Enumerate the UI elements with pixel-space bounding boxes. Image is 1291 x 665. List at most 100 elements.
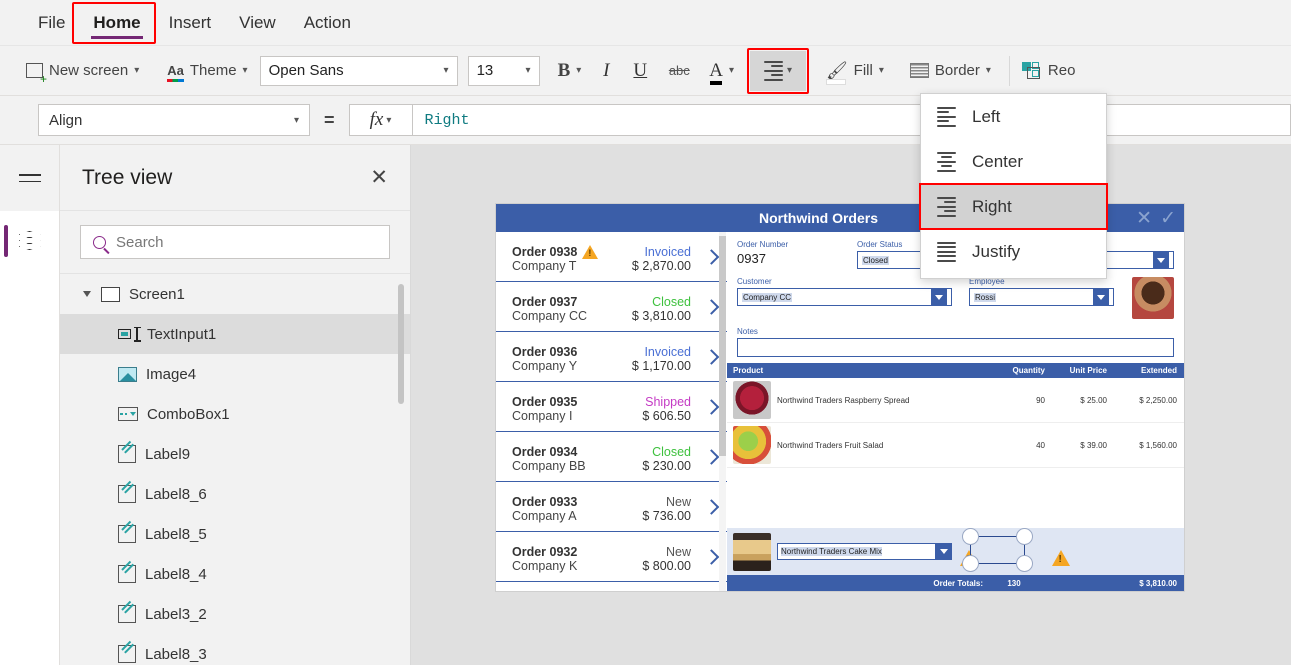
tree-item-label8-3[interactable]: Label8_3 bbox=[60, 634, 410, 665]
menu-item-file[interactable]: File bbox=[24, 0, 79, 46]
hamburger-button[interactable] bbox=[0, 145, 59, 211]
align-button[interactable]: ▾ bbox=[747, 47, 810, 94]
customer-input[interactable]: Company CC bbox=[737, 288, 952, 306]
order-number-label: Order 0932 bbox=[512, 545, 578, 559]
employee-value: Rossi bbox=[974, 292, 997, 302]
font-name-select[interactable]: Open Sans ▾ bbox=[259, 55, 458, 86]
formula-input[interactable]: Right bbox=[412, 104, 1291, 136]
resize-handle-bottom-right[interactable] bbox=[1016, 555, 1033, 572]
tree-item-combobox1[interactable]: ComboBox1 bbox=[60, 394, 410, 434]
table-row[interactable]: Northwind Traders Raspberry Spread 90 $ … bbox=[727, 378, 1184, 423]
align-option-right[interactable]: Right bbox=[919, 183, 1108, 230]
warning-icon bbox=[1052, 550, 1070, 566]
chevron-down-icon: ▾ bbox=[729, 65, 735, 76]
order-number-label: Order 0934 bbox=[512, 445, 578, 459]
theme-button[interactable]: Aa Theme ▾ bbox=[159, 51, 255, 91]
column-header-product: Product bbox=[733, 366, 764, 375]
menu-item-home[interactable]: Home bbox=[79, 0, 154, 46]
gallery-scrollbar-thumb[interactable] bbox=[719, 236, 726, 456]
tree-item-label8-6[interactable]: Label8_6 bbox=[60, 474, 410, 514]
strikethrough-button[interactable]: abc bbox=[657, 54, 701, 88]
fill-button[interactable]: 🖌 Fill ▾ bbox=[818, 51, 892, 91]
cancel-icon[interactable]: ✕ bbox=[1136, 209, 1152, 228]
order-amount: $ 606.50 bbox=[642, 409, 691, 423]
reorder-icon bbox=[1021, 61, 1042, 80]
tree-item-image4[interactable]: Image4 bbox=[60, 354, 410, 394]
order-number-label: Order 0937 bbox=[512, 295, 578, 309]
order-status: Shipped bbox=[645, 395, 691, 409]
table-row[interactable]: Northwind Traders Fruit Salad 40 $ 39.00… bbox=[727, 423, 1184, 468]
selected-control-bounds[interactable] bbox=[962, 528, 1033, 572]
gallery-item[interactable]: Order 0936 Invoiced Company Y $ 1,170.00 bbox=[496, 332, 727, 382]
font-color-button[interactable]: A ▾ bbox=[701, 51, 742, 91]
tree-item-label: ComboBox1 bbox=[147, 405, 230, 423]
rail-item-tree-view[interactable] bbox=[0, 211, 59, 271]
bold-button[interactable]: B ▾ bbox=[550, 51, 590, 91]
order-number-label: Order Number bbox=[737, 240, 789, 249]
close-icon[interactable]: ✕ bbox=[370, 167, 388, 188]
menu-item-insert[interactable]: Insert bbox=[155, 0, 226, 46]
chevron-down-icon[interactable] bbox=[1093, 289, 1109, 305]
menu-bar: File Home Insert View Action bbox=[0, 0, 1291, 46]
new-screen-button[interactable]: New screen ▾ bbox=[18, 51, 147, 91]
italic-button[interactable]: I bbox=[589, 54, 623, 88]
tree-item-screen1[interactable]: Screen1 bbox=[60, 274, 410, 314]
align-option-justify[interactable]: Justify bbox=[921, 229, 1106, 274]
calendar-icon[interactable] bbox=[1153, 252, 1169, 268]
tree-item-label: Label3_2 bbox=[145, 605, 207, 623]
menu-item-label: Action bbox=[303, 12, 351, 32]
reorder-button[interactable]: Reo bbox=[1014, 51, 1084, 91]
tree-scrollbar-thumb[interactable] bbox=[398, 284, 404, 404]
tree-item-textinput1[interactable]: TextInput1 bbox=[60, 314, 410, 354]
gallery-item[interactable]: Order 0938 Invoiced Company T $ 2,870.00 bbox=[496, 232, 727, 282]
column-header-quantity: Quantity bbox=[1012, 366, 1045, 375]
active-tab-underline bbox=[91, 35, 143, 39]
product-name-input[interactable]: Northwind Traders Cake Mix bbox=[777, 543, 952, 560]
confirm-icon[interactable]: ✓ bbox=[1160, 209, 1176, 228]
chevron-down-icon[interactable] bbox=[931, 289, 947, 305]
notes-input[interactable] bbox=[737, 338, 1174, 357]
tree-item-label3-2[interactable]: Label3_2 bbox=[60, 594, 410, 634]
chevron-down-icon: ▾ bbox=[443, 65, 449, 76]
tree-item-label: Label8_5 bbox=[145, 525, 207, 543]
tree-scrollbar[interactable] bbox=[398, 274, 404, 665]
resize-handle-bottom-left[interactable] bbox=[962, 555, 979, 572]
theme-label: Theme bbox=[189, 62, 237, 79]
ribbon-toolbar: New screen ▾ Aa Theme ▾ Open Sans ▾ 13 ▾… bbox=[0, 46, 1291, 96]
menu-item-action[interactable]: Action bbox=[290, 0, 365, 46]
order-amount: $ 736.00 bbox=[642, 509, 691, 523]
border-label: Border bbox=[934, 62, 980, 79]
order-status: Invoiced bbox=[644, 245, 691, 259]
align-option-left[interactable]: Left bbox=[921, 94, 1106, 139]
tree-item-label9[interactable]: Label9 bbox=[60, 434, 410, 474]
menu-item-label: Home bbox=[93, 12, 141, 32]
product-name-value: Northwind Traders Cake Mix bbox=[781, 547, 882, 556]
order-company: Company CC bbox=[512, 309, 588, 323]
chevron-down-icon: ▾ bbox=[787, 65, 793, 76]
align-option-center[interactable]: Center bbox=[921, 139, 1106, 184]
property-select[interactable]: Align ▾ bbox=[38, 104, 310, 136]
gallery-item[interactable]: Order 0932 New Company K $ 800.00 bbox=[496, 532, 727, 582]
resize-handle-top-right[interactable] bbox=[1016, 528, 1033, 545]
tree-item-label8-5[interactable]: Label8_5 bbox=[60, 514, 410, 554]
chevron-down-icon[interactable] bbox=[83, 291, 91, 297]
search-input[interactable]: Search bbox=[80, 225, 390, 259]
gallery-item[interactable]: Order 0937 Closed Company CC $ 3,810.00 bbox=[496, 282, 727, 332]
order-number-value: 0937 bbox=[737, 251, 766, 266]
tree-item-label8-4[interactable]: Label8_4 bbox=[60, 554, 410, 594]
gallery-item[interactable]: Order 0935 Shipped Company I $ 606.50 bbox=[496, 382, 727, 432]
gallery-item[interactable]: Order 0934 Closed Company BB $ 230.00 bbox=[496, 432, 727, 482]
underline-button[interactable]: U bbox=[623, 54, 657, 88]
gallery-item[interactable]: Order 0933 New Company A $ 736.00 bbox=[496, 482, 727, 532]
menu-item-view[interactable]: View bbox=[225, 0, 290, 46]
fx-button[interactable]: fx ▾ bbox=[348, 104, 413, 136]
font-size-value: 13 bbox=[476, 62, 494, 79]
employee-input[interactable]: Rossi bbox=[969, 288, 1114, 306]
hamburger-icon bbox=[18, 173, 41, 183]
border-button[interactable]: Border ▾ bbox=[902, 51, 999, 91]
chevron-down-icon[interactable] bbox=[935, 543, 952, 560]
product-image bbox=[733, 381, 771, 419]
font-size-select[interactable]: 13 ▾ bbox=[467, 55, 540, 86]
order-totals-quantity: 130 bbox=[1007, 578, 1021, 588]
resize-handle-top-left[interactable] bbox=[962, 528, 979, 545]
